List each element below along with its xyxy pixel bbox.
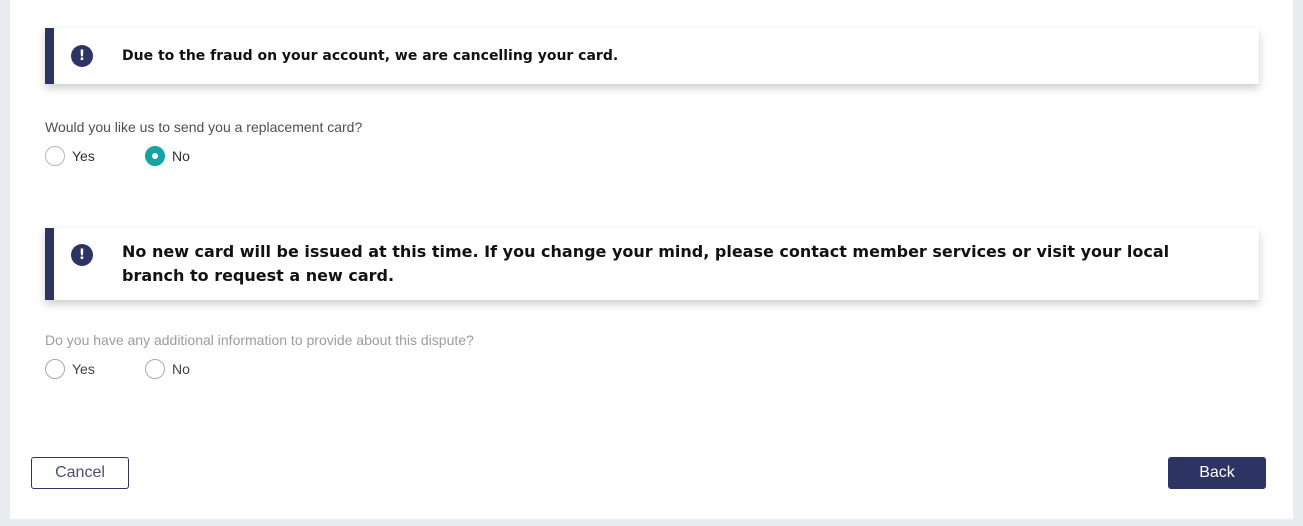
radio-circle[interactable] (45, 146, 65, 166)
radio-circle[interactable] (145, 359, 165, 379)
alert-message: No new card will be issued at this time.… (122, 242, 1170, 285)
radio-label: No (172, 148, 190, 164)
radio-label: Yes (72, 148, 95, 164)
radio-label: Yes (72, 361, 95, 377)
back-button[interactable]: Back (1168, 457, 1266, 489)
alert-message: Due to the fraud on your account, we are… (122, 48, 619, 64)
radio-circle-selected[interactable] (145, 146, 165, 166)
exclamation-icon: ! (71, 244, 93, 266)
dispute-panel: ! Due to the fraud on your account, we a… (10, 0, 1293, 519)
replacement-no-radio[interactable]: No (145, 146, 190, 166)
radio-label: No (172, 361, 190, 377)
fraud-cancellation-alert: ! Due to the fraud on your account, we a… (45, 28, 1259, 84)
replacement-yes-radio[interactable]: Yes (45, 146, 95, 166)
replacement-question: Would you like us to send you a replacem… (45, 119, 363, 135)
exclamation-icon: ! (71, 45, 93, 67)
radio-circle[interactable] (45, 359, 65, 379)
additional-info-no-radio[interactable]: No (145, 359, 190, 379)
additional-info-question: Do you have any additional information t… (45, 332, 474, 348)
additional-info-yes-radio[interactable]: Yes (45, 359, 95, 379)
cancel-button[interactable]: Cancel (31, 457, 129, 489)
no-new-card-alert: ! No new card will be issued at this tim… (45, 228, 1259, 300)
